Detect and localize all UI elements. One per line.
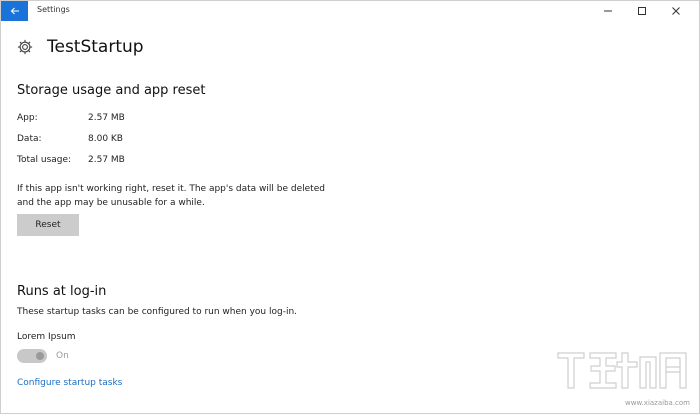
storage-heading: Storage usage and app reset <box>17 83 206 98</box>
storage-row-data: Data: 8.00 KB <box>17 134 123 144</box>
toggle-state-label: On <box>56 351 69 361</box>
title-bar: Settings <box>1 1 699 21</box>
reset-description-line: and the app may be unusable for a while. <box>17 198 205 208</box>
storage-row-label: Data: <box>17 134 42 144</box>
minimize-icon <box>604 10 612 12</box>
reset-description-line: If this app isn't working right, reset i… <box>17 184 325 194</box>
storage-row-app: App: 2.57 MB <box>17 113 125 123</box>
window-title: Settings <box>37 5 70 14</box>
configure-startup-tasks-link[interactable]: Configure startup tasks <box>17 378 122 388</box>
reset-description: If this app isn't working right, reset i… <box>17 182 347 210</box>
storage-row-value: 2.57 MB <box>88 155 125 165</box>
storage-row-label: Total usage: <box>17 155 72 165</box>
storage-row-value: 8.00 KB <box>88 134 123 144</box>
watermark-logo: www.xiazaiba.com <box>557 352 690 407</box>
back-button[interactable] <box>1 1 28 21</box>
reset-button[interactable]: Reset <box>17 214 79 236</box>
gear-icon <box>17 39 33 55</box>
close-button[interactable] <box>659 1 693 21</box>
storage-row-total: Total usage: 2.57 MB <box>17 155 125 165</box>
minimize-button[interactable] <box>591 1 625 21</box>
storage-row-label: App: <box>17 113 38 123</box>
watermark-site: www.xiazaiba.com <box>625 399 690 407</box>
close-icon <box>672 7 680 15</box>
runs-description: These startup tasks can be configured to… <box>17 307 298 317</box>
window-controls <box>591 1 693 21</box>
task-name: Lorem Ipsum <box>17 332 76 342</box>
storage-row-value: 2.57 MB <box>88 113 125 123</box>
maximize-button[interactable] <box>625 1 659 21</box>
page-title: TestStartup <box>47 37 144 57</box>
maximize-icon <box>638 7 646 15</box>
toggle-knob <box>36 352 44 360</box>
runs-heading: Runs at log-in <box>17 284 107 299</box>
startup-toggle[interactable] <box>17 349 47 363</box>
arrow-left-icon <box>10 7 19 15</box>
